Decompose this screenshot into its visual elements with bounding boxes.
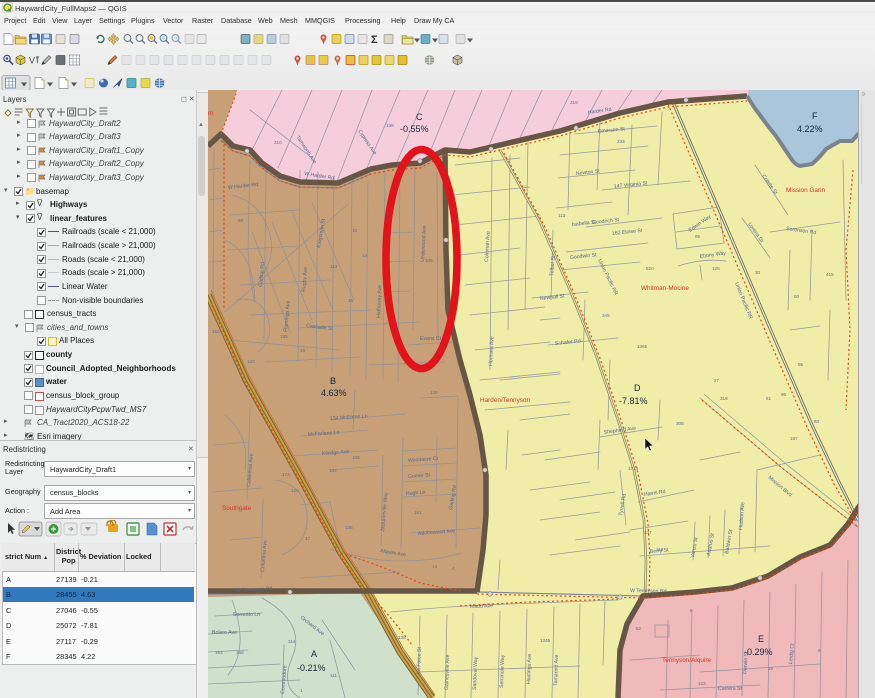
svg-text:318: 318 [570, 100, 578, 105]
svg-text:95: 95 [798, 362, 804, 367]
svg-text:Evans Ct: Evans Ct [420, 336, 442, 342]
svg-text:E: E [758, 634, 764, 644]
svg-text:61: 61 [766, 396, 772, 401]
svg-text:172: 172 [282, 472, 290, 477]
svg-text:27: 27 [714, 378, 720, 383]
svg-text:47: 47 [305, 536, 311, 541]
svg-text:233: 233 [617, 139, 625, 144]
svg-text:A: A [311, 649, 317, 659]
svg-text:-0.21%: -0.21% [297, 663, 326, 673]
svg-text:4.63%: 4.63% [321, 388, 347, 398]
svg-text:138: 138 [430, 390, 438, 395]
svg-text:9: 9 [690, 608, 693, 613]
svg-text:D: D [634, 383, 641, 393]
svg-text:125: 125 [712, 266, 720, 271]
svg-text:158: 158 [236, 650, 244, 655]
svg-text:Southgate: Southgate [222, 505, 252, 512]
svg-text:C: C [416, 112, 423, 122]
svg-text:F: F [812, 111, 818, 121]
svg-text:La Force St: La Force St [416, 647, 423, 675]
svg-text:111: 111 [330, 673, 337, 678]
svg-text:Σ: Σ [371, 34, 378, 46]
svg-text:Tennyson/Alquire: Tennyson/Alquire [662, 657, 711, 664]
svg-text:Hastings Ave: Hastings Ave [526, 654, 533, 684]
svg-text:W Tennyson Rd: W Tennyson Rd [630, 588, 667, 595]
svg-text:1345: 1345 [540, 638, 551, 643]
svg-text:143: 143 [247, 359, 255, 364]
svg-text:415: 415 [826, 272, 834, 277]
svg-text:138: 138 [386, 123, 394, 128]
svg-text:135: 135 [280, 334, 288, 339]
svg-text:1365: 1365 [637, 344, 648, 349]
svg-text:-7.81%: -7.81% [619, 396, 648, 406]
svg-text:Sandoval Way: Sandoval Way [472, 656, 479, 690]
svg-text:318: 318 [720, 396, 728, 401]
svg-text:347: 347 [644, 530, 652, 535]
svg-text:Seminole Way: Seminole Way [499, 654, 506, 688]
svg-text:310: 310 [274, 140, 282, 145]
svg-text:118: 118 [656, 547, 664, 552]
svg-text:138: 138 [345, 525, 353, 530]
svg-text:120: 120 [291, 488, 299, 493]
svg-text:8: 8 [818, 648, 821, 653]
svg-text:Hathaway Ave: Hathaway Ave [376, 285, 383, 318]
svg-text:14: 14 [362, 253, 368, 258]
svg-text:308: 308 [676, 421, 684, 426]
svg-text:98: 98 [238, 218, 244, 223]
svg-text:18: 18 [300, 348, 306, 353]
svg-text:30: 30 [755, 270, 761, 275]
svg-text:4.22%: 4.22% [797, 124, 823, 134]
svg-text:10: 10 [352, 228, 358, 233]
svg-text:104: 104 [329, 468, 337, 473]
svg-text:Sorrento Ln: Sorrento Ln [233, 612, 260, 618]
svg-text:138: 138 [398, 635, 406, 640]
svg-text:96: 96 [781, 392, 787, 397]
svg-text:52: 52 [636, 626, 642, 631]
svg-text:95: 95 [695, 234, 701, 239]
svg-text:1714: 1714 [628, 466, 639, 471]
svg-text:V: V [29, 56, 35, 66]
svg-text:4: 4 [452, 566, 455, 571]
svg-text:16: 16 [768, 666, 774, 671]
svg-text:Bolero Ave: Bolero Ave [212, 630, 237, 636]
svg-text:Gainesville Ave: Gainesville Ave [444, 654, 451, 690]
svg-text:50: 50 [814, 419, 820, 424]
svg-text:114: 114 [288, 639, 296, 644]
svg-text:113: 113 [558, 213, 566, 218]
svg-text:113: 113 [330, 264, 338, 269]
svg-text:163: 163 [215, 650, 223, 655]
svg-text:345: 345 [602, 313, 610, 318]
svg-text:Carrera St: Carrera St [718, 686, 742, 692]
svg-text:187: 187 [790, 436, 798, 441]
svg-text:123: 123 [698, 681, 706, 686]
svg-text:16: 16 [348, 298, 354, 303]
svg-text:Mission Garin: Mission Garin [786, 187, 826, 194]
svg-text:Maud Ave: Maud Ave [470, 603, 493, 610]
svg-text:B: B [330, 376, 336, 386]
svg-text:m: m [208, 110, 213, 117]
svg-text:Tamarind Ave: Tamarind Ave [553, 654, 560, 686]
svg-text:14: 14 [432, 564, 438, 569]
svg-text:105: 105 [425, 258, 433, 263]
svg-text:Harden/Tennyson: Harden/Tennyson [480, 397, 531, 404]
svg-text:-0.29%: -0.29% [744, 647, 773, 657]
svg-text:1: 1 [300, 688, 303, 693]
svg-text:820: 820 [646, 266, 654, 271]
svg-text:Whitman-Mocine: Whitman-Mocine [641, 285, 689, 292]
svg-text:-0.55%: -0.55% [400, 124, 429, 134]
svg-text:50: 50 [794, 294, 800, 299]
svg-text:181: 181 [414, 510, 422, 515]
svg-text:152: 152 [212, 329, 220, 334]
svg-text:108: 108 [352, 455, 360, 460]
